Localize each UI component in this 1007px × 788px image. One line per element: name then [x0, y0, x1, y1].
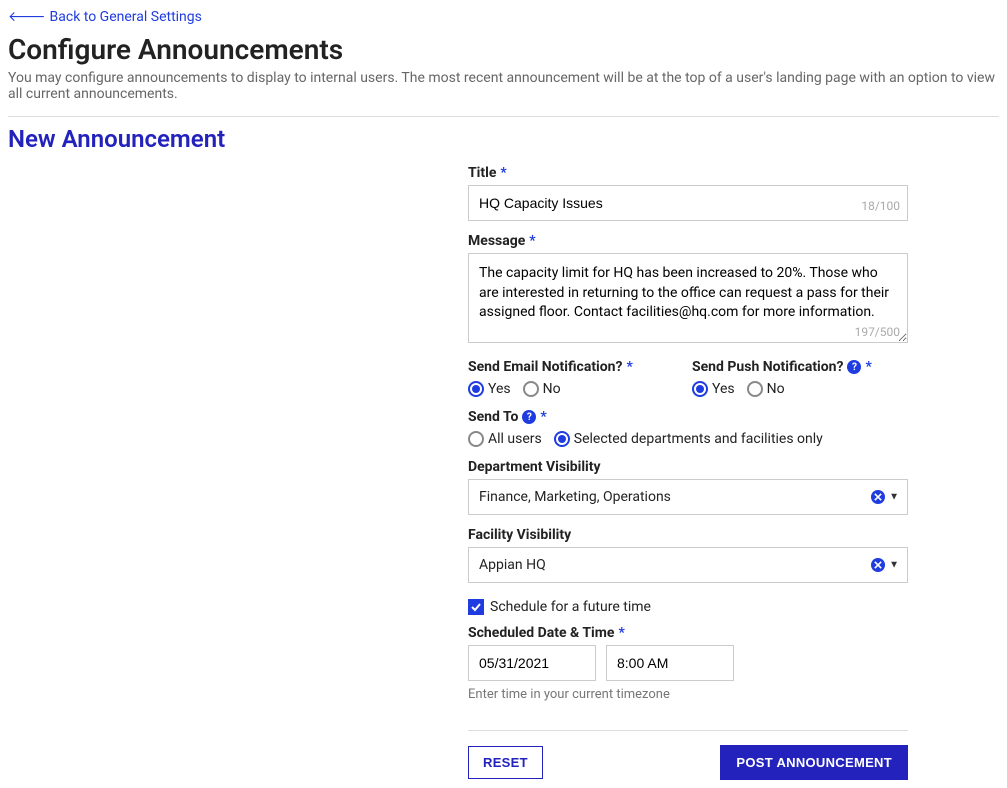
- post-announcement-button[interactable]: POST ANNOUNCEMENT: [720, 745, 908, 780]
- scheduled-label: Scheduled Date & Time *: [468, 625, 908, 641]
- send-to-label: Send To ? *: [468, 409, 908, 425]
- timezone-hint: Enter time in your current timezone: [468, 687, 908, 702]
- send-to-selected-radio[interactable]: Selected departments and facilities only: [554, 431, 823, 447]
- message-input[interactable]: [468, 253, 908, 343]
- push-notif-yes-radio[interactable]: Yes: [692, 381, 735, 397]
- schedule-checkbox[interactable]: Schedule for a future time: [468, 599, 651, 615]
- help-icon[interactable]: ?: [847, 360, 861, 374]
- email-notif-label: Send Email Notification? *: [468, 359, 684, 375]
- facility-visibility-select[interactable]: Appian HQ ▼: [468, 547, 908, 583]
- dept-visibility-select[interactable]: Finance, Marketing, Operations ▼: [468, 479, 908, 515]
- required-star: *: [626, 359, 632, 375]
- divider: [8, 116, 999, 117]
- chevron-down-icon: ▼: [889, 492, 899, 503]
- email-notif-no-radio[interactable]: No: [523, 381, 561, 397]
- send-to-all-radio[interactable]: All users: [468, 431, 542, 447]
- required-star: *: [529, 233, 535, 249]
- form-divider: [468, 730, 908, 731]
- push-notif-label: Send Push Notification? ? *: [692, 359, 908, 375]
- required-star: *: [540, 409, 546, 425]
- help-icon[interactable]: ?: [522, 410, 536, 424]
- section-title: New Announcement: [8, 125, 999, 153]
- title-label: Title *: [468, 165, 908, 181]
- push-notif-no-radio[interactable]: No: [747, 381, 785, 397]
- title-input[interactable]: [468, 185, 908, 221]
- clear-icon[interactable]: [871, 490, 885, 504]
- back-link[interactable]: 🡐 Back to General Settings: [8, 8, 202, 25]
- message-char-count: 197/500: [855, 325, 900, 339]
- required-star: *: [618, 625, 624, 641]
- reset-button[interactable]: RESET: [468, 746, 543, 779]
- page-description: You may configure announcements to displ…: [8, 70, 999, 102]
- back-link-text: Back to General Settings: [50, 9, 202, 25]
- chevron-down-icon: ▼: [889, 560, 899, 571]
- page-title: Configure Announcements: [8, 33, 999, 66]
- dept-visibility-label: Department Visibility: [468, 459, 908, 475]
- checkbox-checked-icon: [468, 599, 484, 615]
- announcement-form: Title * 18/100 Message * 197/500 Send Em…: [468, 165, 908, 780]
- email-notif-yes-radio[interactable]: Yes: [468, 381, 511, 397]
- required-star: *: [865, 359, 871, 375]
- clear-icon[interactable]: [871, 558, 885, 572]
- title-char-count: 18/100: [861, 199, 900, 213]
- arrow-left-icon: 🡐: [8, 8, 46, 25]
- message-label: Message *: [468, 233, 908, 249]
- scheduled-time-input[interactable]: [606, 645, 734, 681]
- required-star: *: [500, 165, 506, 181]
- scheduled-date-input[interactable]: [468, 645, 596, 681]
- facility-visibility-label: Facility Visibility: [468, 527, 908, 543]
